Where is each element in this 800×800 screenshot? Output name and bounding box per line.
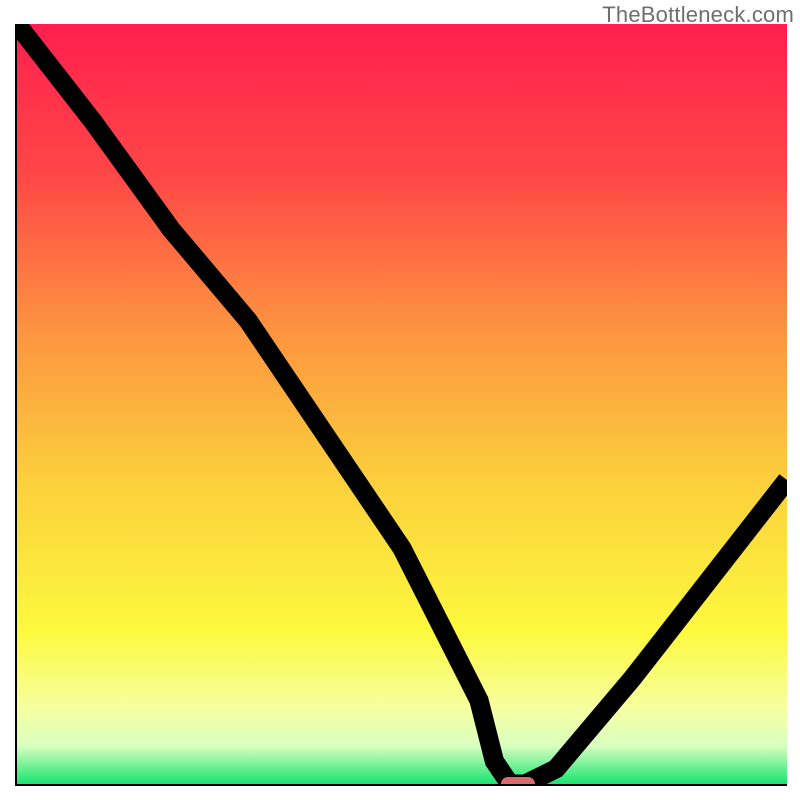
chart-plot-area [15, 24, 787, 786]
watermark-text: TheBottleneck.com [602, 2, 794, 28]
curve-layer [17, 24, 787, 784]
chart-container: TheBottleneck.com [0, 0, 800, 800]
bottleneck-curve [17, 24, 787, 784]
optimal-point-marker [501, 777, 535, 786]
